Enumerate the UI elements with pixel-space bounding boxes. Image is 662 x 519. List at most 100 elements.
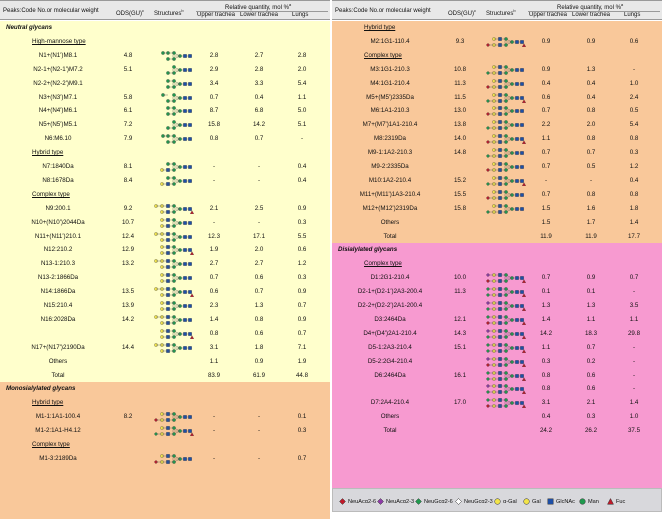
glycan-structure-icon bbox=[482, 300, 527, 312]
ods-value: 13.2 bbox=[121, 260, 135, 268]
peak-label: D7:2A4-210.4 bbox=[370, 399, 410, 407]
peak-label: Others bbox=[380, 413, 400, 421]
lungs-value: 5.1 bbox=[297, 121, 307, 129]
lower-trachea-value: 0.8 bbox=[586, 190, 596, 198]
structures-column-header-sup: b bbox=[181, 8, 184, 13]
table-row: M11+(M11')1A3-210.4 15.5 0.7 0.8 0.8 bbox=[332, 188, 662, 202]
lower-trachea-value: 1.8 bbox=[254, 343, 264, 351]
peak-label: Total bbox=[383, 232, 397, 240]
ods-value bbox=[108, 355, 148, 369]
upper-trachea-value: 2.7 bbox=[209, 260, 219, 268]
lungs-value: 0.9 bbox=[297, 315, 307, 323]
circle-icon bbox=[494, 498, 501, 505]
upper-trachea-value: 0.4 bbox=[541, 79, 551, 87]
lower-trachea-value: - bbox=[257, 454, 261, 462]
ods-value: 10.7 bbox=[121, 218, 135, 226]
legend-item: α-Gal bbox=[494, 497, 517, 507]
ods-value: 13.5 bbox=[121, 288, 135, 296]
lower-trachea-header: Lower trachea bbox=[572, 12, 611, 18]
upper-trachea-value: 0.4 bbox=[541, 413, 551, 421]
legend-label: Gal bbox=[532, 499, 541, 505]
triangle-icon bbox=[607, 497, 614, 505]
lower-trachea-header: Lower trachea bbox=[240, 12, 279, 18]
peak-label: N14:1866Da bbox=[40, 288, 76, 296]
square-icon bbox=[547, 498, 554, 505]
peak-label bbox=[4, 327, 112, 341]
upper-trachea-header: Upper trachea bbox=[529, 12, 568, 18]
table-row: M1-2:1A1-H4.12 - - 0.3 bbox=[0, 424, 330, 438]
subsection-title: Complex type bbox=[32, 441, 70, 448]
relative-quantity-header-sup: a bbox=[288, 2, 292, 7]
ods-value: 8.4 bbox=[123, 176, 133, 184]
ods-value: 12.4 bbox=[121, 232, 135, 240]
lungs-value: 0.1 bbox=[297, 413, 307, 421]
upper-trachea-value: 15.8 bbox=[207, 121, 221, 129]
lower-trachea-value: 0.7 bbox=[254, 288, 264, 296]
legend-item: NeuAcα2-3 bbox=[377, 497, 414, 507]
peak-label: N15:210.4 bbox=[43, 302, 73, 309]
lungs-value: 1.0 bbox=[629, 413, 639, 421]
glycan-structure-icon bbox=[150, 287, 195, 298]
upper-trachea-value: 0.8 bbox=[209, 135, 219, 143]
table-row: D7:2A4-210.4 17.0 3.1 2.1 1.4 bbox=[332, 396, 662, 410]
ods-value bbox=[440, 424, 480, 438]
circle-icon bbox=[579, 498, 586, 505]
table-row: N16:2028Da 14.2 1.4 0.8 0.9 bbox=[0, 313, 330, 327]
ods-value bbox=[108, 327, 148, 341]
table-row: N9:200.1 9.2 2.1 2.5 0.9 bbox=[0, 202, 330, 216]
glycan-structure-icon bbox=[150, 412, 194, 423]
upper-trachea-value: 0.9 bbox=[541, 65, 551, 73]
upper-trachea-value: 1.4 bbox=[209, 315, 219, 323]
glycan-structure-icon bbox=[150, 92, 194, 103]
subsection-heading-row: High-mannose type bbox=[0, 35, 330, 49]
table-row: Total 11.9 11.9 17.7 bbox=[332, 230, 662, 244]
glycan-legend: NeuAcα2-6 NeuAcα2-3 NeuGcα2-6 NeuGcα2-3 α-Ga… bbox=[332, 488, 662, 512]
glycan-structure-icon bbox=[150, 78, 194, 89]
lower-trachea-value: 0.9 bbox=[254, 357, 264, 365]
upper-trachea-value: 14.2 bbox=[539, 329, 553, 337]
peak-label: N3+(N3')M7.1 bbox=[38, 93, 78, 101]
ods-value bbox=[440, 410, 480, 424]
ods-value: 14.4 bbox=[121, 343, 135, 351]
glycan-structure-icon bbox=[482, 176, 527, 186]
peak-label: N10+(N10')2044Da bbox=[31, 218, 85, 226]
glycan-structure-icon bbox=[150, 203, 195, 214]
lungs-value: 3.5 bbox=[629, 302, 639, 309]
subsection-title: Hybrid type bbox=[364, 24, 396, 31]
lower-trachea-value: 2.7 bbox=[254, 51, 264, 59]
peak-label: N16:2028Da bbox=[40, 315, 76, 323]
table-row: Others 0.4 0.3 1.0 bbox=[332, 410, 662, 424]
lower-trachea-value: 0.7 bbox=[586, 343, 596, 351]
glycan-structure-icon bbox=[150, 259, 194, 270]
ods-value: 17.0 bbox=[453, 399, 467, 407]
glycan-structure-icon bbox=[482, 37, 527, 47]
subsection-heading-row: Hybrid type bbox=[0, 146, 330, 160]
lower-trachea-value: 2.0 bbox=[586, 121, 596, 129]
subsection-heading-row: Complex type bbox=[332, 49, 662, 63]
glycan-structure-icon bbox=[150, 176, 194, 186]
lower-trachea-value: - bbox=[257, 427, 261, 435]
legend-item: Fuc bbox=[607, 497, 625, 507]
table-row: M1-3:2189Da - - 0.7 bbox=[0, 452, 330, 466]
ods-value bbox=[440, 230, 480, 244]
lower-trachea-value: 0.6 bbox=[586, 371, 596, 379]
left-panel: Peaks:Code No.or molecular weight ODS(GU)… bbox=[0, 0, 330, 519]
lungs-value: 1.4 bbox=[629, 218, 639, 226]
table-row: N7:1840Da 8.1 - - 0.4 bbox=[0, 160, 330, 174]
right-panel: Peaks:Code No.or molecular weight ODS(GU)… bbox=[332, 0, 662, 519]
lungs-value: 5.5 bbox=[297, 232, 307, 240]
upper-trachea-value: 1.1 bbox=[209, 357, 219, 365]
upper-trachea-value: 0.8 bbox=[541, 385, 551, 393]
lungs-value: 1.4 bbox=[629, 399, 639, 407]
upper-trachea-value: 0.7 bbox=[541, 149, 551, 157]
peak-label: N13-1:210.3 bbox=[40, 260, 76, 268]
right-header-divider bbox=[528, 11, 660, 12]
table-row: N12:210.2 12.9 1.9 2.0 0.6 bbox=[0, 243, 330, 257]
ods-column-header: ODS(GU)c bbox=[448, 8, 476, 17]
table-row: N13-1:210.3 13.2 2.7 2.7 1.2 bbox=[0, 257, 330, 271]
table-row: N14:1866Da 13.5 0.6 0.7 0.9 bbox=[0, 285, 330, 299]
relative-quantity-header: Relative quantity, mol %a bbox=[225, 2, 292, 11]
table-row: N2-1+(N2-1')M7.2 5.1 2.9 2.8 2.0 bbox=[0, 63, 330, 77]
lungs-value: 1.1 bbox=[629, 315, 639, 323]
lungs-value: 0.3 bbox=[629, 149, 639, 157]
